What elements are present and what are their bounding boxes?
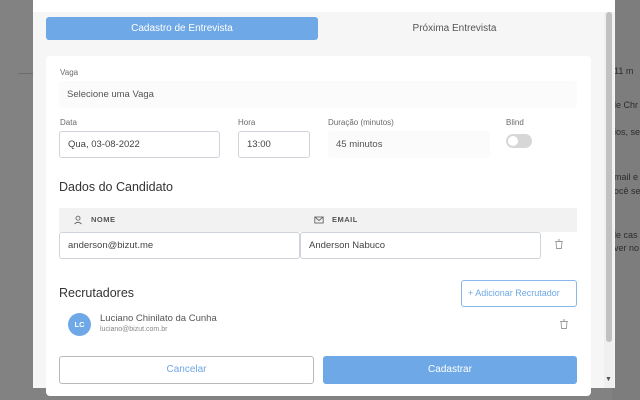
submit-button[interactable]: Cadastrar xyxy=(323,356,577,384)
background-content-strip xyxy=(612,0,640,400)
vaga-select[interactable]: Selecione uma Vaga xyxy=(59,81,577,108)
blind-toggle[interactable] xyxy=(506,134,532,148)
candidate-name-input[interactable]: anderson@bizut.me xyxy=(59,232,300,259)
background-divider xyxy=(18,73,34,74)
avatar: LC xyxy=(68,313,91,336)
background-text: ios, se xyxy=(614,127,640,137)
modal-header-strip xyxy=(33,0,615,12)
trash-icon[interactable] xyxy=(553,238,565,250)
modal-scrollbar[interactable]: ▼ xyxy=(604,12,614,388)
background-text: mail e xyxy=(614,172,639,182)
mail-icon xyxy=(314,216,324,224)
user-icon xyxy=(74,215,82,225)
duracao-label: Duração (minutos) xyxy=(328,118,394,127)
tab-cadastro-entrevista[interactable]: Cadastro de Entrevista xyxy=(46,17,318,40)
hora-label: Hora xyxy=(238,118,256,127)
background-text: le cas xyxy=(614,230,638,240)
column-header-nome: NOME xyxy=(91,215,116,224)
date-input[interactable]: Qua, 03-08-2022 xyxy=(59,131,220,158)
background-text: 11 m xyxy=(614,66,634,76)
toggle-knob xyxy=(508,136,518,146)
candidate-table-header: NOME EMAIL xyxy=(59,208,577,232)
background-text: ocê se xyxy=(614,186,640,196)
cancel-button[interactable]: Cancelar xyxy=(59,356,314,384)
trash-icon[interactable] xyxy=(558,318,570,330)
recruiter-name: Luciano Chinilato da Cunha xyxy=(100,313,217,324)
tab-bar: Cadastro de Entrevista Próxima Entrevist… xyxy=(46,17,591,40)
add-recruiter-button[interactable]: + Adicionar Recrutador xyxy=(461,280,577,307)
time-input[interactable]: 13:00 xyxy=(238,131,310,158)
scrollbar-thumb[interactable] xyxy=(606,12,612,342)
tab-proxima-entrevista[interactable]: Próxima Entrevista xyxy=(318,17,591,40)
recruiters-section-title: Recrutadores xyxy=(59,286,135,300)
candidate-email-input[interactable]: Anderson Nabuco xyxy=(300,232,541,259)
duration-input[interactable]: 45 minutos xyxy=(328,131,490,158)
background-text: ver no xyxy=(614,243,640,253)
candidate-section-title: Dados do Candidato xyxy=(59,180,173,194)
recruiter-email: luciano@bizut.com.br xyxy=(100,326,168,333)
data-label: Data xyxy=(60,118,77,127)
blind-label: Blind xyxy=(506,118,524,127)
column-header-email: EMAIL xyxy=(332,215,358,224)
vaga-label: Vaga xyxy=(60,68,79,77)
scroll-down-arrow-icon[interactable]: ▼ xyxy=(605,376,612,383)
background-text: le Chr xyxy=(614,100,639,110)
